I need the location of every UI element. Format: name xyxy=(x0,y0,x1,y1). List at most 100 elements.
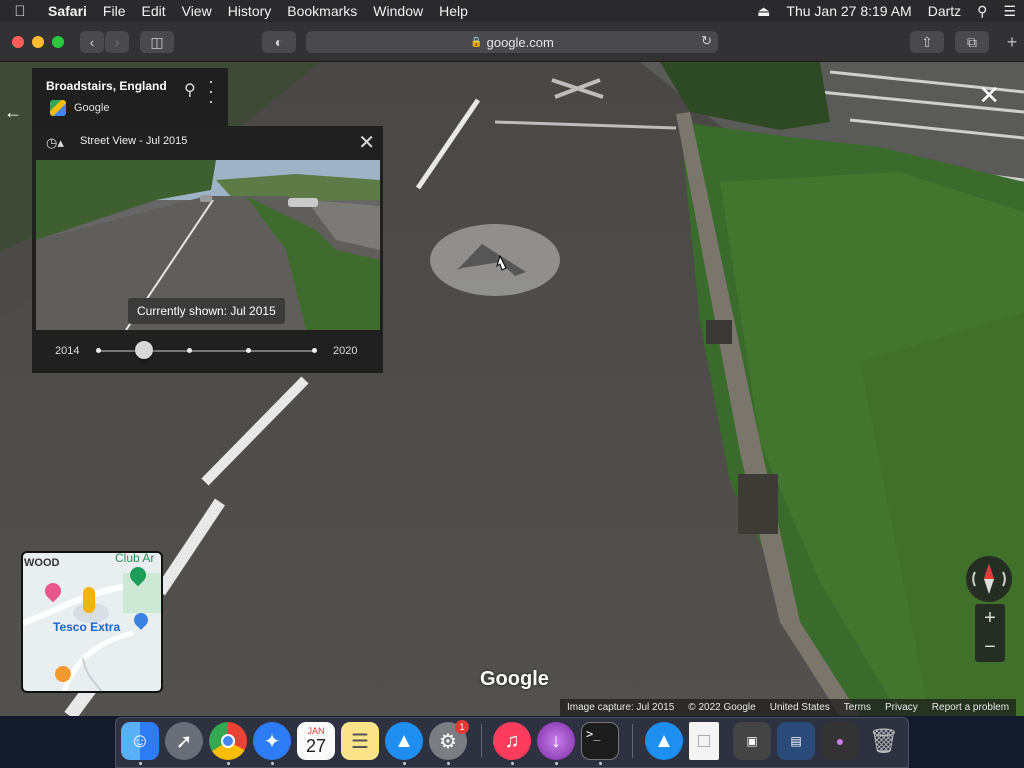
minimize-window-button[interactable] xyxy=(32,36,44,48)
map-label-club: Club Ar xyxy=(115,551,155,565)
document-icon[interactable]: □ xyxy=(689,722,719,760)
calendar-icon[interactable]: JAN 27 xyxy=(297,722,335,760)
close-street-view-icon[interactable]: ✕ xyxy=(978,82,1000,108)
terminal-icon[interactable]: >_ xyxy=(581,722,619,760)
reload-icon[interactable]: ↻ xyxy=(701,33,712,49)
menu-bar:  Safari File Edit View History Bookmark… xyxy=(0,0,1024,22)
music-icon[interactable]: ♫ xyxy=(493,722,531,760)
safari-icon[interactable]: ✦ xyxy=(253,722,291,760)
location-pin-icon[interactable]: ⚲ xyxy=(184,80,196,100)
app-store-folder-icon[interactable]: ▲ xyxy=(645,722,683,760)
zoom-out-button[interactable]: − xyxy=(975,633,1005,662)
privacy-link[interactable]: Privacy xyxy=(878,702,925,713)
timeline-tick[interactable] xyxy=(96,348,101,353)
launchpad-icon[interactable]: ➚ xyxy=(165,722,203,760)
menu-file[interactable]: File xyxy=(95,3,134,19)
running-indicator xyxy=(555,762,558,765)
dock-separator xyxy=(632,724,633,758)
apple-logo-icon[interactable]:  xyxy=(0,3,40,20)
image-capture-date: Image capture: Jul 2015 xyxy=(567,702,675,713)
running-indicator xyxy=(403,762,406,765)
timeline-slider-handle[interactable] xyxy=(135,341,153,359)
pegman-icon[interactable] xyxy=(83,587,95,613)
finder-icon[interactable]: ☺ xyxy=(121,722,159,760)
back-icon[interactable]: ‹ xyxy=(80,31,104,53)
safari-toolbar: ‹ › ◫ ◐ 🔒 google.com ↻ ⇧ ⧉ + xyxy=(0,22,1024,62)
timeline-tick[interactable] xyxy=(187,348,192,353)
zoom-controls: + − xyxy=(975,604,1005,662)
menu-view[interactable]: View xyxy=(174,3,220,19)
imagery-provider: Google xyxy=(74,102,110,114)
calendar-day: 27 xyxy=(305,736,327,756)
sidebar-icon[interactable]: ◫ xyxy=(140,31,174,53)
display-icon[interactable]: ▤ xyxy=(777,722,815,760)
screen:  Safari File Edit View History Bookmark… xyxy=(0,0,1024,768)
minimap[interactable]: WOOD Club Ar Tesco Extra xyxy=(21,551,163,693)
running-indicator xyxy=(511,762,514,765)
history-clock-icon[interactable]: ◷▴ xyxy=(46,135,64,151)
google-maps-icon xyxy=(50,100,66,116)
place-info-card: Broadstairs, England Google ⚲ · · · xyxy=(32,68,228,126)
screenshot-icon[interactable]: ▣ xyxy=(733,722,771,760)
timeline-start-year: 2014 xyxy=(55,345,80,357)
timeline-tick[interactable] xyxy=(312,348,317,353)
region-link[interactable]: United States xyxy=(763,702,837,713)
menu-bookmarks[interactable]: Bookmarks xyxy=(279,3,365,19)
back-arrow-icon[interactable]: ← xyxy=(4,102,22,123)
menu-help[interactable]: Help xyxy=(431,3,476,19)
timeline-end-year: 2020 xyxy=(333,345,358,357)
google-logo: Google xyxy=(480,668,549,690)
more-options-icon[interactable]: · · · xyxy=(206,72,216,110)
menu-history[interactable]: History xyxy=(220,3,280,19)
restaurant-marker-icon[interactable] xyxy=(55,666,71,682)
street-view-panorama[interactable]: ✕ ← Broadstairs, England Google ⚲ · · · ◷▴… xyxy=(0,62,1024,716)
running-indicator xyxy=(271,762,274,765)
control-center-list-icon[interactable]: ☰ xyxy=(995,3,1024,20)
map-label-wood: WOOD xyxy=(24,557,60,569)
move-forward-arrow[interactable] xyxy=(430,224,560,296)
new-tab-icon[interactable]: + xyxy=(1000,31,1024,53)
menu-edit[interactable]: Edit xyxy=(133,3,173,19)
running-indicator xyxy=(447,762,450,765)
installer-icon[interactable]: ↓ xyxy=(537,722,575,760)
attribution-bar: Image capture: Jul 2015 © 2022 Google Un… xyxy=(560,699,1017,716)
url-text: google.com xyxy=(486,34,554,50)
map-label-tesco: Tesco Extra xyxy=(53,620,121,634)
compass-icon[interactable] xyxy=(966,556,1012,602)
app-store-icon[interactable]: ▲ xyxy=(385,722,423,760)
copyright: © 2022 Google xyxy=(688,702,756,713)
street-view-timeline-panel: ◷▴ Street View - Jul 2015 ✕ Currently sh xyxy=(32,126,383,373)
lock-icon: 🔒 xyxy=(470,36,483,48)
running-indicator xyxy=(599,762,602,765)
close-window-button[interactable] xyxy=(12,36,24,48)
currently-shown-tooltip: Currently shown: Jul 2015 xyxy=(128,298,285,324)
preview-icon[interactable]: ● xyxy=(821,722,859,760)
menubar-clock[interactable]: Thu Jan 27 8:19 AM xyxy=(778,3,919,19)
eject-icon[interactable]: ⏏ xyxy=(749,3,778,20)
timeline-track[interactable] xyxy=(98,350,316,352)
calendar-month: JAN xyxy=(307,726,325,736)
tabs-icon[interactable]: ⧉ xyxy=(955,31,989,53)
zoom-in-button[interactable]: + xyxy=(975,604,1005,633)
trash-icon[interactable]: 🗑 xyxy=(865,722,903,760)
notification-badge: 1 xyxy=(455,720,469,734)
terms-link[interactable]: Terms xyxy=(837,702,878,713)
menu-safari[interactable]: Safari xyxy=(40,3,95,19)
menubar-user[interactable]: Dartz xyxy=(920,3,969,19)
forward-icon[interactable]: › xyxy=(105,31,129,53)
chrome-icon[interactable] xyxy=(209,722,247,760)
running-indicator xyxy=(227,762,230,765)
notes-icon[interactable]: ☰ xyxy=(341,722,379,760)
spotlight-search-icon[interactable]: ⚲ xyxy=(969,3,995,20)
panel-title: Street View - Jul 2015 xyxy=(80,135,188,147)
running-indicator xyxy=(139,762,142,765)
zoom-window-button[interactable] xyxy=(52,36,64,48)
timeline-tick[interactable] xyxy=(246,348,251,353)
share-icon[interactable]: ⇧ xyxy=(910,31,944,53)
address-bar[interactable]: 🔒 google.com ↻ xyxy=(306,31,718,53)
dock-separator xyxy=(481,724,482,758)
menu-window[interactable]: Window xyxy=(365,3,431,19)
privacy-shield-icon[interactable]: ◐ xyxy=(262,31,296,53)
close-panel-icon[interactable]: ✕ xyxy=(358,130,375,155)
report-problem-link[interactable]: Report a problem xyxy=(925,702,1016,713)
